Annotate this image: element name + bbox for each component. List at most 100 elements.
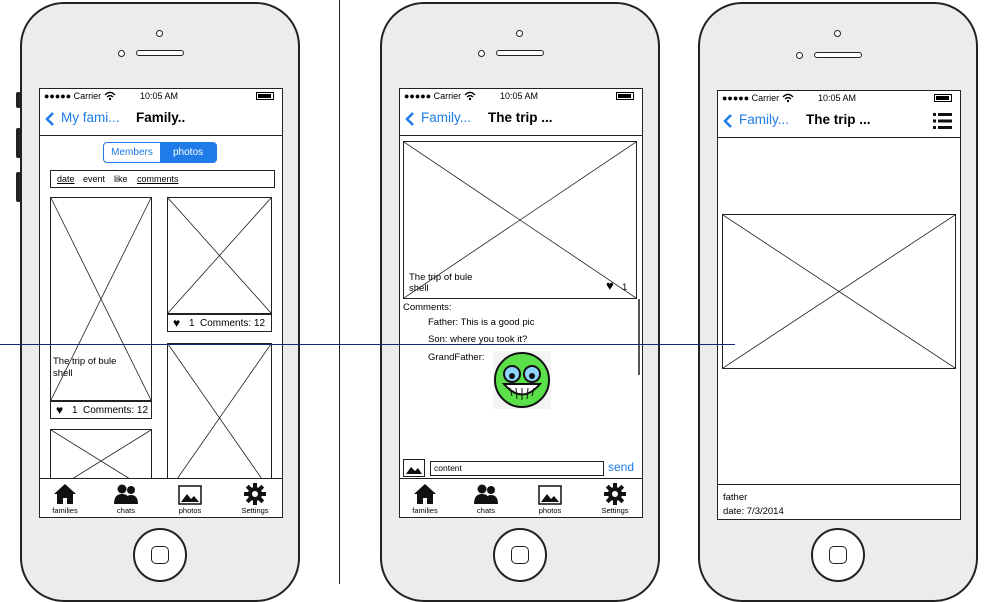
phone-frame-2: ●●●●● Carrier 10:05 AM Family... The tri… — [380, 2, 660, 602]
home-button[interactable] — [133, 528, 187, 582]
sort-date[interactable]: date — [57, 174, 75, 184]
carrier-label: ●●●●● Carrier — [44, 91, 102, 101]
scrollbar[interactable] — [638, 299, 640, 375]
sensor — [118, 50, 125, 57]
tab-settings[interactable]: Settings — [232, 483, 278, 515]
back-button[interactable]: Family... — [739, 112, 789, 127]
battery-icon — [256, 92, 274, 100]
photo-icon — [178, 485, 202, 505]
segment-photos[interactable]: photos — [160, 143, 216, 162]
people-icon — [474, 484, 498, 504]
segment-members[interactable]: Members — [104, 143, 160, 162]
list-menu-icon[interactable] — [933, 112, 952, 130]
photo-full[interactable] — [722, 214, 956, 369]
photo-icon — [406, 467, 422, 474]
photo-thumbnail-1[interactable]: The trip of bule shell — [50, 197, 152, 401]
comment-3: GrandFather: — [428, 352, 485, 363]
camera — [156, 30, 163, 37]
nav-bar: My fami... Family.. — [40, 103, 282, 136]
mute-switch — [16, 92, 21, 108]
chevron-left-icon[interactable] — [45, 111, 55, 127]
tab-label: chats — [117, 506, 135, 515]
phone-frame-1: ●●●●● Carrier 10:05 AM My fami... Family… — [16, 2, 300, 602]
page-title: The trip ... — [806, 112, 871, 127]
tab-label: photos — [538, 506, 562, 515]
like-count: 1 — [189, 318, 195, 329]
carrier-label: ●●●●● Carrier — [404, 91, 462, 101]
tab-label: Settings — [241, 506, 269, 515]
photo-meta-2: ♥ 1 Comments: 12 — [167, 314, 272, 332]
comment-count: Comments: 12 — [200, 318, 266, 329]
attach-photo-button[interactable] — [403, 459, 425, 477]
photo-large[interactable]: The trip of bule shell ♥ 1 — [403, 141, 637, 299]
sort-bar: date event like comments — [50, 170, 275, 188]
home-icon — [54, 484, 76, 504]
photo-caption: The trip of bule shell — [409, 272, 473, 294]
camera — [834, 30, 841, 37]
home-icon — [414, 484, 436, 504]
nav-bar: Family... The trip ... — [718, 105, 960, 138]
photo-date: date: 7/3/2014 — [723, 506, 784, 517]
photo-thumbnail-2[interactable] — [167, 197, 272, 314]
sort-like[interactable]: like — [114, 174, 128, 184]
tab-bar: families chats photos Settings — [400, 478, 642, 517]
back-button[interactable]: My fami... — [61, 110, 120, 125]
sensor — [478, 50, 485, 57]
heart-icon[interactable]: ♥ — [56, 403, 63, 417]
like-count: 1 — [622, 282, 628, 293]
page-title: Family.. — [136, 110, 186, 125]
status-bar: ●●●●● Carrier 10:05 AM — [718, 91, 960, 105]
comment-input[interactable]: content — [430, 461, 604, 476]
back-button[interactable]: Family... — [421, 110, 471, 125]
photo-icon — [538, 485, 562, 505]
tab-families[interactable]: families — [42, 483, 88, 515]
chevron-left-icon[interactable] — [723, 113, 733, 129]
wifi-icon — [104, 91, 116, 101]
info-divider — [718, 484, 960, 485]
clock: 10:05 AM — [500, 91, 539, 101]
carrier-label: ●●●●● Carrier — [722, 93, 780, 103]
screen-fullscreen-photo: ●●●●● Carrier 10:05 AM Family... The tri… — [717, 90, 961, 520]
volume-down-button — [16, 172, 21, 202]
tab-label: families — [52, 506, 78, 515]
tab-label: photos — [178, 506, 202, 515]
speaker — [136, 50, 184, 56]
speaker — [814, 52, 862, 58]
like-count: 1 — [72, 405, 78, 416]
photo-thumbnail-4[interactable] — [167, 343, 272, 493]
tab-settings[interactable]: Settings — [592, 483, 638, 515]
home-button[interactable] — [493, 528, 547, 582]
comments-header: Comments: — [403, 302, 452, 313]
sort-event[interactable]: event — [83, 174, 105, 184]
home-button[interactable] — [811, 528, 865, 582]
tab-label: Settings — [601, 506, 629, 515]
screen-photos-list: ●●●●● Carrier 10:05 AM My fami... Family… — [39, 88, 283, 518]
tab-families[interactable]: families — [402, 483, 448, 515]
people-icon — [114, 484, 138, 504]
sort-comments[interactable]: comments — [137, 174, 179, 184]
wifi-icon — [782, 93, 794, 103]
tab-photos[interactable]: photos — [167, 485, 213, 515]
send-button[interactable]: send — [608, 460, 634, 474]
tab-photos[interactable]: photos — [527, 485, 573, 515]
image-placeholder-icon — [168, 198, 271, 313]
camera — [516, 30, 523, 37]
battery-icon — [934, 94, 952, 102]
image-placeholder-icon — [168, 344, 271, 492]
tab-chats[interactable]: chats — [463, 483, 509, 515]
tab-label: families — [412, 506, 438, 515]
clock: 10:05 AM — [140, 91, 179, 101]
emoji-sticker — [493, 351, 551, 409]
chevron-left-icon[interactable] — [405, 111, 415, 127]
heart-icon[interactable]: ♥ — [606, 278, 614, 293]
gear-icon — [244, 483, 266, 505]
heart-icon[interactable]: ♥ — [173, 316, 180, 330]
photo-caption: The trip of bule shell — [53, 356, 117, 379]
wifi-icon — [464, 91, 476, 101]
clock: 10:05 AM — [818, 93, 857, 103]
photo-meta-1: ♥ 1 Comments: 12 — [50, 401, 152, 419]
battery-icon — [616, 92, 634, 100]
volume-up-button — [16, 128, 21, 158]
sensor — [796, 52, 803, 59]
tab-chats[interactable]: chats — [103, 483, 149, 515]
